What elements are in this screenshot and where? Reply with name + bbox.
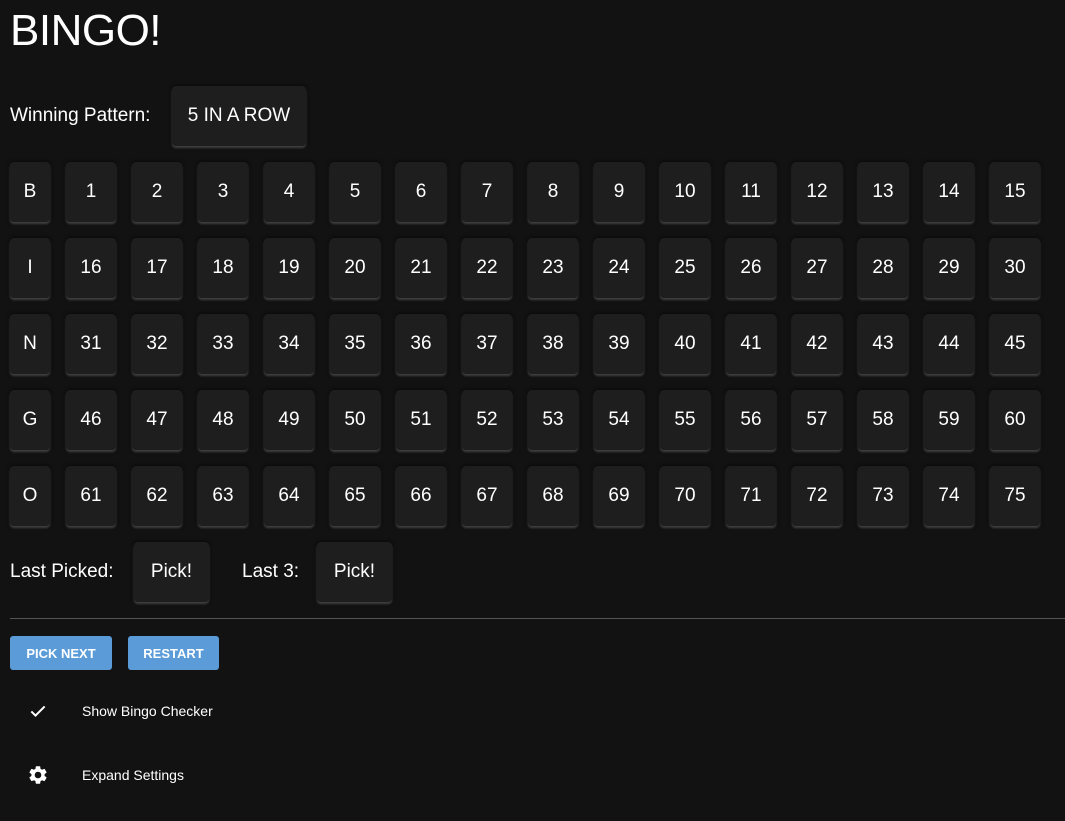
page-title: BINGO!: [10, 6, 162, 55]
number-tile[interactable]: 70: [660, 466, 710, 526]
number-tile[interactable]: 43: [858, 314, 908, 374]
number-tile[interactable]: 72: [792, 466, 842, 526]
number-tile[interactable]: 61: [66, 466, 116, 526]
number-tile[interactable]: 69: [594, 466, 644, 526]
number-tile[interactable]: 25: [660, 238, 710, 298]
number-tile[interactable]: 21: [396, 238, 446, 298]
number-tile[interactable]: 68: [528, 466, 578, 526]
number-tile[interactable]: 36: [396, 314, 446, 374]
number-tile[interactable]: 48: [198, 390, 248, 450]
check-icon: [26, 699, 50, 723]
number-tile[interactable]: 74: [924, 466, 974, 526]
number-tile[interactable]: 63: [198, 466, 248, 526]
number-tile[interactable]: 58: [858, 390, 908, 450]
number-tile[interactable]: 13: [858, 162, 908, 222]
number-tile[interactable]: 15: [990, 162, 1040, 222]
number-tile[interactable]: 29: [924, 238, 974, 298]
number-tile[interactable]: 20: [330, 238, 380, 298]
number-tile[interactable]: 56: [726, 390, 776, 450]
number-tile[interactable]: 27: [792, 238, 842, 298]
number-tile[interactable]: 9: [594, 162, 644, 222]
number-tile[interactable]: 44: [924, 314, 974, 374]
number-tile[interactable]: 62: [132, 466, 182, 526]
row-letter-g: G: [10, 390, 50, 450]
number-tile[interactable]: 31: [66, 314, 116, 374]
number-tile[interactable]: 7: [462, 162, 512, 222]
number-tile[interactable]: 14: [924, 162, 974, 222]
expand-settings-label: Expand Settings: [82, 767, 184, 783]
number-tile[interactable]: 73: [858, 466, 908, 526]
number-tile[interactable]: 35: [330, 314, 380, 374]
number-tile[interactable]: 32: [132, 314, 182, 374]
number-tile[interactable]: 39: [594, 314, 644, 374]
number-tile[interactable]: 67: [462, 466, 512, 526]
restart-button[interactable]: RESTART: [128, 636, 219, 670]
number-tile[interactable]: 45: [990, 314, 1040, 374]
number-tile[interactable]: 40: [660, 314, 710, 374]
expand-settings-toggle[interactable]: Expand Settings: [0, 763, 260, 787]
number-tile[interactable]: 33: [198, 314, 248, 374]
number-tile[interactable]: 17: [132, 238, 182, 298]
number-tile[interactable]: 52: [462, 390, 512, 450]
number-tile[interactable]: 26: [726, 238, 776, 298]
number-tile[interactable]: 10: [660, 162, 710, 222]
number-tile[interactable]: 49: [264, 390, 314, 450]
number-tile[interactable]: 60: [990, 390, 1040, 450]
pick-next-button[interactable]: PICK NEXT: [10, 636, 112, 670]
show-bingo-checker-toggle[interactable]: Show Bingo Checker: [0, 699, 260, 723]
number-tile[interactable]: 46: [66, 390, 116, 450]
last-3-label: Last 3:: [242, 561, 300, 582]
row-letter-o: O: [10, 466, 50, 526]
number-tile[interactable]: 66: [396, 466, 446, 526]
row-letter-i: I: [10, 238, 50, 298]
number-tile[interactable]: 4: [264, 162, 314, 222]
number-tile[interactable]: 22: [462, 238, 512, 298]
number-tile[interactable]: 42: [792, 314, 842, 374]
row-letter-n: N: [10, 314, 50, 374]
number-tile[interactable]: 16: [66, 238, 116, 298]
number-tile[interactable]: 71: [726, 466, 776, 526]
number-tile[interactable]: 41: [726, 314, 776, 374]
number-tile[interactable]: 64: [264, 466, 314, 526]
number-tile[interactable]: 11: [726, 162, 776, 222]
number-tile[interactable]: 53: [528, 390, 578, 450]
gear-icon: [26, 763, 50, 787]
number-tile[interactable]: 28: [858, 238, 908, 298]
number-tile[interactable]: 59: [924, 390, 974, 450]
number-tile[interactable]: 75: [990, 466, 1040, 526]
number-tile[interactable]: 65: [330, 466, 380, 526]
winning-pattern-label: Winning Pattern:: [10, 105, 151, 126]
number-tile[interactable]: 23: [528, 238, 578, 298]
number-tile[interactable]: 57: [792, 390, 842, 450]
number-tile[interactable]: 50: [330, 390, 380, 450]
number-tile[interactable]: 30: [990, 238, 1040, 298]
number-tile[interactable]: 3: [198, 162, 248, 222]
number-tile[interactable]: 6: [396, 162, 446, 222]
number-tile[interactable]: 8: [528, 162, 578, 222]
number-tile[interactable]: 55: [660, 390, 710, 450]
last-picked-value[interactable]: Pick!: [134, 542, 209, 602]
number-tile[interactable]: 38: [528, 314, 578, 374]
winning-pattern-button[interactable]: 5 IN A ROW: [172, 86, 306, 146]
number-tile[interactable]: 2: [132, 162, 182, 222]
number-tile[interactable]: 47: [132, 390, 182, 450]
number-tile[interactable]: 54: [594, 390, 644, 450]
number-tile[interactable]: 5: [330, 162, 380, 222]
number-tile[interactable]: 18: [198, 238, 248, 298]
divider: [10, 618, 1065, 619]
number-tile[interactable]: 12: [792, 162, 842, 222]
number-tile[interactable]: 19: [264, 238, 314, 298]
show-bingo-checker-label: Show Bingo Checker: [82, 703, 213, 719]
number-tile[interactable]: 24: [594, 238, 644, 298]
number-tile[interactable]: 37: [462, 314, 512, 374]
last-3-value[interactable]: Pick!: [317, 542, 392, 602]
number-tile[interactable]: 51: [396, 390, 446, 450]
last-picked-label: Last Picked:: [10, 561, 114, 582]
number-tile[interactable]: 1: [66, 162, 116, 222]
number-tile[interactable]: 34: [264, 314, 314, 374]
row-letter-b: B: [10, 162, 50, 222]
